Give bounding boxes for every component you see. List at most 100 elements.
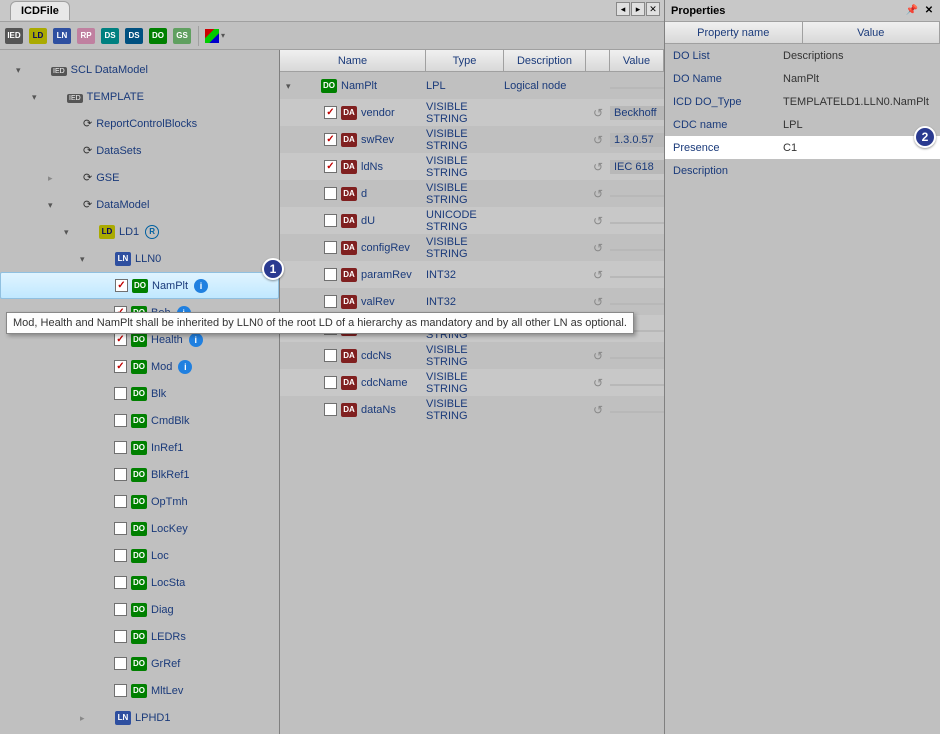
tree-item[interactable]: LNLLN0: [0, 245, 279, 272]
toolbar-ied-button[interactable]: IED: [4, 26, 24, 46]
expand-arrow-icon[interactable]: [80, 253, 92, 265]
grid-value[interactable]: [610, 411, 664, 413]
tree-item[interactable]: TEMPLATE: [0, 83, 279, 110]
grid-row[interactable]: DAdUUNICODE STRING: [280, 207, 664, 234]
grid-header-value[interactable]: Value: [610, 50, 664, 71]
tree-item[interactable]: ✓DONamPlti: [0, 272, 279, 299]
tree-item[interactable]: DOLoc: [0, 542, 279, 569]
checkbox[interactable]: [324, 295, 337, 308]
property-value[interactable]: Descriptions: [783, 50, 932, 62]
tree-item[interactable]: DOBlk: [0, 380, 279, 407]
grid-row[interactable]: ✓DAldNsVISIBLE STRINGIEC 618: [280, 153, 664, 180]
checkbox[interactable]: [114, 522, 127, 535]
grid-value[interactable]: [610, 222, 664, 224]
revert-icon[interactable]: [593, 376, 603, 390]
revert-icon[interactable]: [593, 295, 603, 309]
revert-icon[interactable]: [593, 403, 603, 417]
grid-row[interactable]: DAdataNsVISIBLE STRING: [280, 396, 664, 423]
grid-row[interactable]: ✓DAswRevVISIBLE STRING1.3.0.57: [280, 126, 664, 153]
tree-item[interactable]: DODiag: [0, 596, 279, 623]
revert-icon[interactable]: [593, 268, 603, 282]
grid-row[interactable]: DAdVISIBLE STRING: [280, 180, 664, 207]
checkbox[interactable]: [324, 376, 337, 389]
checkbox[interactable]: [114, 441, 127, 454]
revert-icon[interactable]: [593, 349, 603, 363]
grid-row[interactable]: DAconfigRevVISIBLE STRING: [280, 234, 664, 261]
checkbox[interactable]: [114, 414, 127, 427]
toolbar-ld-button[interactable]: LD: [28, 26, 48, 46]
property-row[interactable]: CDC nameLPL: [665, 113, 940, 136]
grid-value[interactable]: [610, 303, 664, 305]
grid-row[interactable]: DAparamRevINT32: [280, 261, 664, 288]
property-row[interactable]: ICD DO_TypeTEMPLATELD1.LLN0.NamPlt: [665, 90, 940, 113]
grid-row[interactable]: DONamPltLPLLogical node: [280, 72, 664, 99]
checkbox[interactable]: [324, 268, 337, 281]
checkbox[interactable]: [324, 187, 337, 200]
tree-item[interactable]: SCL DataModel: [0, 56, 279, 83]
tree-item[interactable]: DataSets: [0, 137, 279, 164]
checkbox[interactable]: [114, 495, 127, 508]
tree-item[interactable]: DOMltLev: [0, 677, 279, 704]
close-icon[interactable]: ✕: [922, 4, 936, 18]
grid-value[interactable]: [610, 357, 664, 359]
grid-value[interactable]: [610, 87, 664, 89]
revert-icon[interactable]: [593, 241, 603, 255]
tree-item[interactable]: LDLD1R: [0, 218, 279, 245]
grid-row[interactable]: DAcdcNameVISIBLE STRING: [280, 369, 664, 396]
tree-item[interactable]: DOLocKey: [0, 515, 279, 542]
toolbar-ds2-button[interactable]: DS: [124, 26, 144, 46]
project-tree[interactable]: SCL DataModelTEMPLATEReportControlBlocks…: [0, 50, 280, 734]
checkbox[interactable]: [324, 241, 337, 254]
revert-icon[interactable]: [593, 187, 603, 201]
expand-arrow-icon[interactable]: [48, 172, 60, 184]
revert-icon[interactable]: [593, 106, 603, 120]
tree-item[interactable]: DOCmdBlk: [0, 407, 279, 434]
grid-value[interactable]: [610, 195, 664, 197]
property-value[interactable]: LPL: [783, 119, 932, 131]
property-value[interactable]: C1: [783, 142, 932, 154]
checkbox[interactable]: [324, 214, 337, 227]
property-value[interactable]: NamPlt: [783, 73, 932, 85]
grid-header-name[interactable]: Name: [280, 50, 426, 71]
tree-item[interactable]: DOGrRef: [0, 650, 279, 677]
property-row[interactable]: DO ListDescriptions: [665, 44, 940, 67]
checkbox[interactable]: [114, 657, 127, 670]
tree-item[interactable]: DataModel: [0, 191, 279, 218]
expand-arrow-icon[interactable]: [80, 712, 92, 724]
revert-icon[interactable]: [593, 160, 603, 174]
nav-left-icon[interactable]: ◂: [616, 2, 630, 16]
toolbar-rp-button[interactable]: RP: [76, 26, 96, 46]
tree-item[interactable]: ✓DOModi: [0, 353, 279, 380]
grid-value[interactable]: IEC 618: [610, 160, 664, 174]
tree-item[interactable]: ReportControlBlocks: [0, 110, 279, 137]
grid-header-type[interactable]: Type: [426, 50, 504, 71]
checkbox[interactable]: [114, 576, 127, 589]
checkbox[interactable]: [114, 387, 127, 400]
grid-value[interactable]: 1.3.0.57: [610, 133, 664, 147]
property-row[interactable]: PresenceC1: [665, 136, 940, 159]
prop-header-value[interactable]: Value: [803, 22, 940, 43]
grid-header-desc[interactable]: Description: [504, 50, 586, 71]
tree-item[interactable]: DOLocSta: [0, 569, 279, 596]
revert-icon[interactable]: [593, 133, 603, 147]
grid-value[interactable]: [610, 249, 664, 251]
checkbox[interactable]: ✓: [114, 360, 127, 373]
expand-arrow-icon[interactable]: [64, 226, 76, 238]
expand-arrow-icon[interactable]: [48, 199, 60, 211]
expand-arrow-icon[interactable]: [32, 91, 44, 103]
grid-row[interactable]: ✓DAvendorVISIBLE STRINGBeckhoff: [280, 99, 664, 126]
tree-item[interactable]: DOBlkRef1: [0, 461, 279, 488]
expand-arrow-icon[interactable]: [16, 64, 28, 76]
checkbox[interactable]: [114, 603, 127, 616]
expand-arrow-icon[interactable]: [286, 80, 298, 92]
tab-icdfile[interactable]: ICDFile: [10, 1, 70, 20]
checkbox[interactable]: [114, 549, 127, 562]
tree-item[interactable]: DOInRef1: [0, 434, 279, 461]
toolbar-ln-button[interactable]: LN: [52, 26, 72, 46]
grid-row[interactable]: DAvalRevINT32: [280, 288, 664, 315]
checkbox[interactable]: [114, 630, 127, 643]
tree-item[interactable]: GSE: [0, 164, 279, 191]
toolbar-ds1-button[interactable]: DS: [100, 26, 120, 46]
nav-right-icon[interactable]: ▸: [631, 2, 645, 16]
grid-value[interactable]: [610, 276, 664, 278]
